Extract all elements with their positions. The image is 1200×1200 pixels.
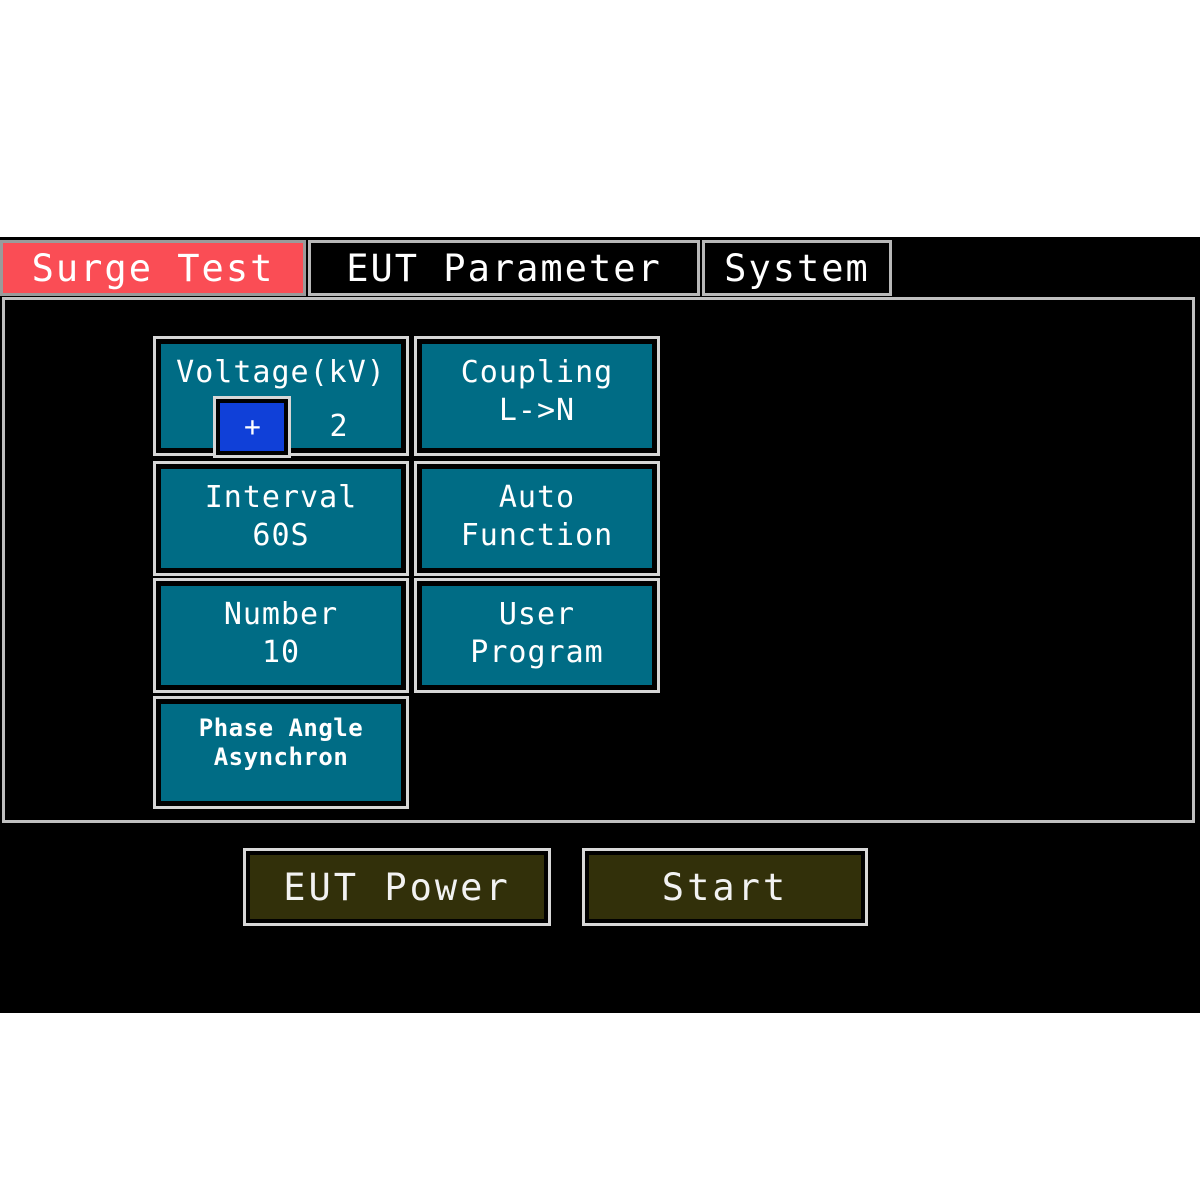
voltage-polarity-button[interactable]: +	[213, 396, 292, 459]
phase-angle-button[interactable]: Phase Angle Asynchron	[153, 696, 409, 809]
tab-system-label: System	[724, 246, 870, 290]
interval-button[interactable]: Interval 60S	[153, 461, 409, 576]
tab-system[interactable]: System	[702, 240, 892, 296]
start-button[interactable]: Start	[582, 848, 868, 926]
voltage-value: 2	[329, 409, 349, 445]
voltage-polarity-label: +	[218, 401, 287, 454]
tab-surge-test-label: Surge Test	[31, 246, 275, 290]
coupling-label: Coupling	[460, 355, 614, 390]
interval-value: 60S	[252, 518, 310, 554]
eut-power-label: EUT Power	[248, 853, 546, 921]
number-label: Number	[223, 597, 339, 632]
tab-eut-parameter-label: EUT Parameter	[346, 246, 662, 290]
coupling-button[interactable]: Coupling L->N	[414, 336, 660, 456]
eut-power-button[interactable]: EUT Power	[243, 848, 551, 926]
interval-label: Interval	[204, 480, 358, 515]
number-button[interactable]: Number 10	[153, 578, 409, 693]
user-program-button[interactable]: User Program	[414, 578, 660, 693]
tab-bar: Surge Test EUT Parameter System	[0, 240, 1200, 298]
start-label: Start	[587, 853, 863, 921]
auto-function-label: Auto	[498, 480, 576, 515]
number-value: 10	[261, 635, 301, 671]
device-screen: Surge Test EUT Parameter System Voltage(…	[0, 237, 1200, 1013]
auto-function-button[interactable]: Auto Function	[414, 461, 660, 576]
user-program-label: User	[498, 597, 576, 632]
voltage-button[interactable]: Voltage(kV) + 2	[153, 336, 409, 459]
auto-function-value: Function	[460, 518, 614, 554]
tab-eut-parameter[interactable]: EUT Parameter	[308, 240, 700, 296]
voltage-label: Voltage(kV)	[176, 355, 386, 390]
coupling-value: L->N	[498, 393, 576, 429]
parameter-panel: Voltage(kV) + 2 Interval 60S Number 10 P…	[2, 297, 1195, 823]
phase-angle-value: Asynchron	[213, 743, 349, 772]
tab-surge-test[interactable]: Surge Test	[0, 240, 306, 296]
user-program-value: Program	[470, 635, 604, 671]
phase-angle-label: Phase Angle	[198, 714, 364, 742]
